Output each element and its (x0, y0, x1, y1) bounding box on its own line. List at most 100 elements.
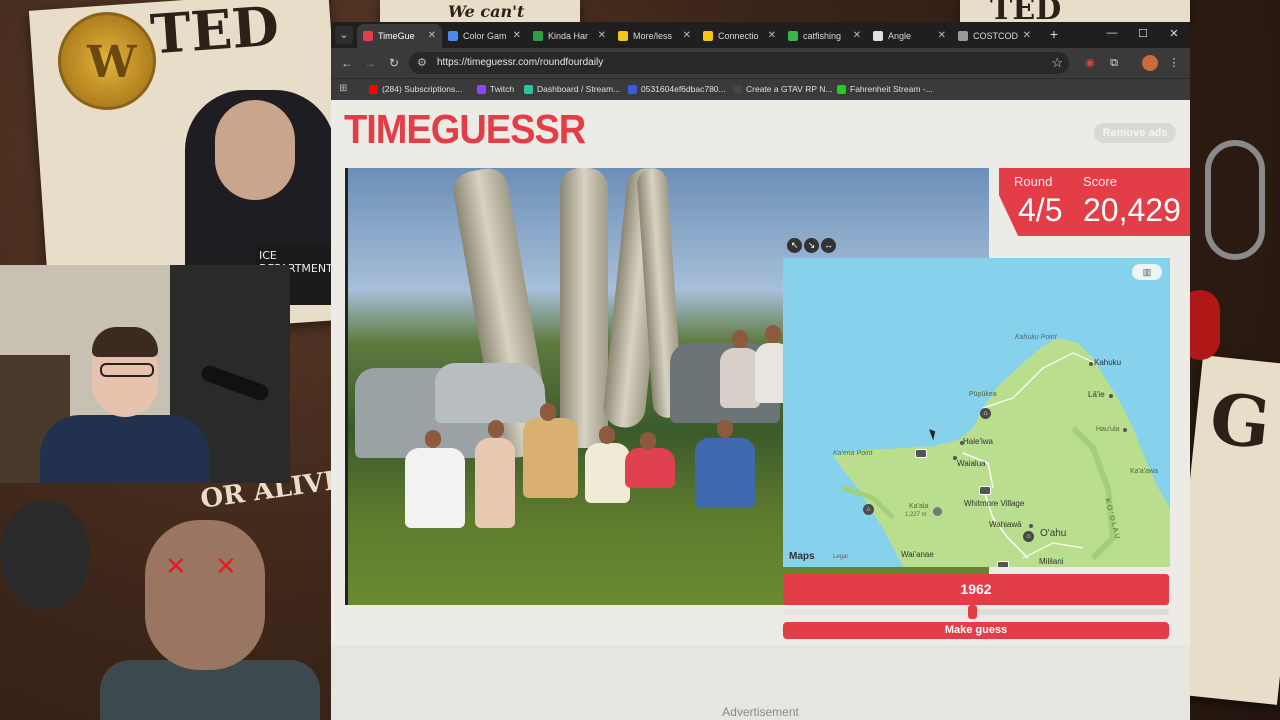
highway-shield-icon (915, 449, 927, 458)
score-panel: Round 4/5 Score 20,429 (999, 168, 1190, 236)
streamer-hair (92, 327, 158, 357)
tab-favicon-icon (533, 31, 543, 41)
profile-avatar[interactable] (1142, 55, 1158, 71)
map-label: Whitmore Village (964, 499, 1025, 508)
timeguessr-logo[interactable]: TIMEGUESSR (344, 107, 586, 153)
coin-letter: W (87, 37, 137, 88)
lock-icon (1205, 140, 1265, 260)
tab-favicon-icon (788, 31, 798, 41)
poster-right-text: G (1206, 376, 1275, 466)
tab-close-icon[interactable]: ✕ (428, 30, 436, 41)
extensions-icon[interactable]: ⧉ (1106, 55, 1122, 71)
map-poi-icon[interactable]: ⌂ (980, 408, 991, 419)
browser-tab[interactable]: catfishing ✕ (782, 24, 867, 48)
tab-favicon-icon (703, 31, 713, 41)
tab-close-icon[interactable]: ✕ (853, 30, 861, 41)
map-label: Ka'ala (909, 503, 929, 510)
x-eye-icon: ✕ (165, 552, 187, 582)
bookmark-favicon-icon (628, 84, 637, 94)
round-label: Round (1014, 174, 1053, 189)
coin-logo: W (58, 12, 156, 110)
map-label: Kahuku Point (1015, 334, 1057, 341)
address-bar[interactable]: ⚙ https://timeguessr.com/roundfourdaily … (409, 52, 1069, 74)
site-info-icon[interactable]: ⚙ (417, 56, 427, 69)
make-guess-button[interactable]: Make guess (783, 622, 1169, 639)
tab-close-icon[interactable]: ✕ (768, 30, 776, 41)
town-dot (1123, 428, 1127, 432)
bookmark-favicon-icon (837, 84, 846, 94)
map-label: Hale'iwa (963, 437, 993, 446)
bookmark-item[interactable]: Fahrenheit Stream -... (837, 84, 933, 94)
year-slider-fill (783, 609, 973, 615)
forward-icon[interactable]: → (362, 55, 378, 71)
map-label: Ka'a'awa (1130, 468, 1158, 475)
tab-close-icon[interactable]: ✕ (513, 30, 521, 41)
menu-icon[interactable]: ⋮ (1166, 55, 1182, 71)
expand-map-icon[interactable]: ↖ (787, 238, 802, 253)
tab-label: Connectio (718, 31, 759, 41)
bookmark-favicon-icon (524, 84, 533, 94)
reload-icon[interactable]: ↻ (386, 55, 402, 71)
map-poi-icon[interactable]: ⌂ (863, 504, 874, 515)
guess-map[interactable]: ▥ Kahuku Point Kahuku Pūpūkea Lā'ie Hau'… (783, 258, 1170, 567)
bookmark-item[interactable]: 0531604ef6dbac780... (628, 84, 726, 94)
browser-tab[interactable]: Connectio ✕ (697, 24, 782, 48)
map-layer-icon[interactable]: ▥ (1132, 264, 1162, 280)
browser-tab[interactable]: Kinda Har ✕ (527, 24, 612, 48)
minimize-icon[interactable]: — (1104, 27, 1120, 39)
tab-bar: ⌄ TimeGue ✕ Color Gam ✕ Kinda Har ✕ More/less ✕… (331, 22, 1190, 48)
bookmark-item[interactable]: (284) Subscriptions... (369, 84, 462, 94)
browser-tab[interactable]: COSTCOD ✕ (952, 24, 1037, 48)
browser-tab[interactable]: TimeGue ✕ (357, 24, 442, 48)
back-icon[interactable]: ← (339, 55, 355, 71)
tab-label: COSTCOD (973, 31, 1018, 41)
bookmark-favicon-icon (733, 84, 742, 94)
map-label: Waialua (957, 459, 986, 468)
legal-link[interactable]: Legal (833, 554, 848, 560)
mountain-peak-icon (933, 507, 942, 516)
map-label: Pūpūkea (969, 391, 997, 398)
bookmark-label: Create a GTAV RP N... (746, 84, 833, 94)
apps-grid-icon[interactable]: ⊞ (339, 83, 347, 94)
pin-map-icon[interactable]: ↔ (821, 238, 836, 253)
tab-close-icon[interactable]: ✕ (598, 30, 606, 41)
map-label: Hau'ula (1096, 426, 1120, 433)
bookmark-item[interactable]: Dashboard / Stream... (524, 84, 620, 94)
tab-favicon-icon (448, 31, 458, 41)
highway-shield-icon (997, 561, 1009, 567)
maximize-icon[interactable]: ☐ (1135, 27, 1151, 40)
tab-label: catfishing (803, 31, 842, 41)
browser-tab[interactable]: Angle ✕ (867, 24, 952, 48)
bookmark-item[interactable]: Create a GTAV RP N... (733, 84, 832, 94)
browser-tab[interactable]: Color Gam ✕ (442, 24, 527, 48)
year-slider-thumb[interactable] (968, 605, 978, 619)
close-window-icon[interactable]: ✕ (1166, 27, 1182, 40)
toolbar: ← → ↻ ⚙ https://timeguessr.com/roundfour… (331, 48, 1190, 78)
apple-maps-brand: Maps (789, 551, 815, 562)
town-dot (1109, 394, 1113, 398)
extension-badge-icon[interactable]: ◉ (1082, 55, 1098, 71)
bookmark-label: 0531604ef6dbac780... (641, 84, 726, 94)
tab-close-icon[interactable]: ✕ (938, 30, 946, 41)
tab-favicon-icon (958, 31, 968, 41)
map-label: 1,227 m (905, 512, 927, 518)
remove-ads-button[interactable]: Remove ads (1094, 123, 1176, 143)
score-label: Score (1083, 174, 1117, 189)
browser-tab[interactable]: More/less ✕ (612, 24, 697, 48)
bookmark-star-icon[interactable]: ☆ (1051, 55, 1063, 71)
tab-search-icon[interactable]: ⌄ (335, 26, 353, 44)
bookmark-label: Twitch (490, 84, 515, 94)
shrink-map-icon[interactable]: ↘ (804, 238, 819, 253)
streamer-shirt (40, 415, 210, 483)
bookmark-item[interactable]: Twitch (477, 84, 514, 94)
tab-close-icon[interactable]: ✕ (1023, 30, 1031, 41)
url-text[interactable]: https://timeguessr.com/roundfourdaily (437, 57, 603, 68)
tab-label: TimeGue (378, 31, 415, 41)
tab-close-icon[interactable]: ✕ (683, 30, 691, 41)
avatar-face (145, 520, 265, 670)
year-slider[interactable] (783, 605, 1169, 619)
new-tab-icon[interactable]: + (1045, 26, 1063, 42)
map-poi-icon[interactable]: ⌂ (1023, 531, 1034, 542)
film-reel-icon (0, 500, 90, 610)
bookmark-label: (284) Subscriptions... (382, 84, 463, 94)
